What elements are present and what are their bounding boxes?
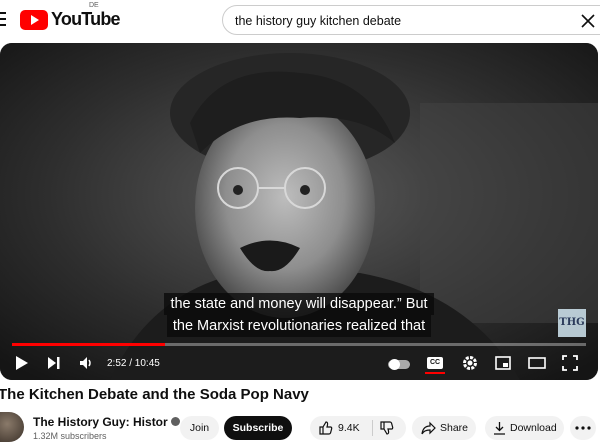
- volume-icon[interactable]: [78, 354, 96, 372]
- caption-line-2: the Marxist revolutionaries realized tha…: [166, 315, 432, 337]
- progress-played: [12, 343, 166, 346]
- autoplay-toggle[interactable]: [388, 359, 410, 370]
- country-code: DE: [89, 2, 99, 9]
- caption-line-1: the state and money will disappear.” But: [164, 293, 434, 315]
- clear-icon[interactable]: [579, 12, 597, 30]
- top-bar: YouTube DE: [0, 0, 600, 40]
- video-title: The Kitchen Debate and the Soda Pop Navy: [0, 386, 309, 403]
- play-icon[interactable]: [14, 354, 30, 372]
- subscribe-button[interactable]: Subscribe: [224, 416, 292, 440]
- share-label: Share: [440, 422, 469, 434]
- progress-bar[interactable]: [12, 343, 586, 346]
- thumbs-down-icon[interactable]: [380, 421, 394, 435]
- more-icon: [575, 426, 591, 430]
- player-controls: 2:52 / 10:45 CC: [0, 349, 598, 379]
- search-input[interactable]: [235, 12, 565, 30]
- subtitle-caption: the state and money will disappear.” But…: [0, 293, 598, 337]
- settings-icon[interactable]: [461, 354, 479, 372]
- channel-avatar[interactable]: [0, 412, 24, 442]
- search-box: [222, 5, 600, 35]
- youtube-logo[interactable]: YouTube: [20, 9, 121, 30]
- miniplayer-icon[interactable]: [494, 354, 512, 372]
- join-button[interactable]: Join: [180, 416, 219, 440]
- more-actions-button[interactable]: [570, 416, 596, 440]
- download-button[interactable]: Download: [485, 416, 564, 440]
- theater-icon[interactable]: [527, 354, 547, 372]
- menu-icon[interactable]: [0, 12, 6, 26]
- like-count[interactable]: 9.4K: [338, 416, 360, 440]
- channel-name-text: The History Guy: Histor: [33, 415, 168, 429]
- share-icon: [421, 421, 436, 435]
- channel-watermark[interactable]: THG: [558, 309, 586, 337]
- download-icon: [494, 422, 505, 435]
- subscriber-count: 1.32M subscribers: [33, 431, 107, 441]
- logo-text: YouTube: [51, 9, 121, 29]
- video-player[interactable]: the state and money will disappear.” But…: [0, 43, 598, 380]
- youtube-logo-icon: [20, 9, 48, 30]
- fullscreen-icon[interactable]: [561, 354, 579, 372]
- captions-button[interactable]: CC: [427, 357, 443, 369]
- channel-name[interactable]: The History Guy: Histor: [33, 415, 180, 429]
- time-display: 2:52 / 10:45: [107, 358, 160, 369]
- like-divider: [372, 420, 373, 436]
- next-icon[interactable]: [46, 354, 62, 372]
- like-dislike-group: 9.4K: [310, 416, 406, 440]
- thumbs-up-icon[interactable]: [319, 421, 333, 435]
- captions-active-indicator: [425, 372, 445, 374]
- share-button[interactable]: Share: [412, 416, 476, 440]
- verified-icon: [170, 417, 180, 427]
- download-label: Download: [510, 422, 557, 434]
